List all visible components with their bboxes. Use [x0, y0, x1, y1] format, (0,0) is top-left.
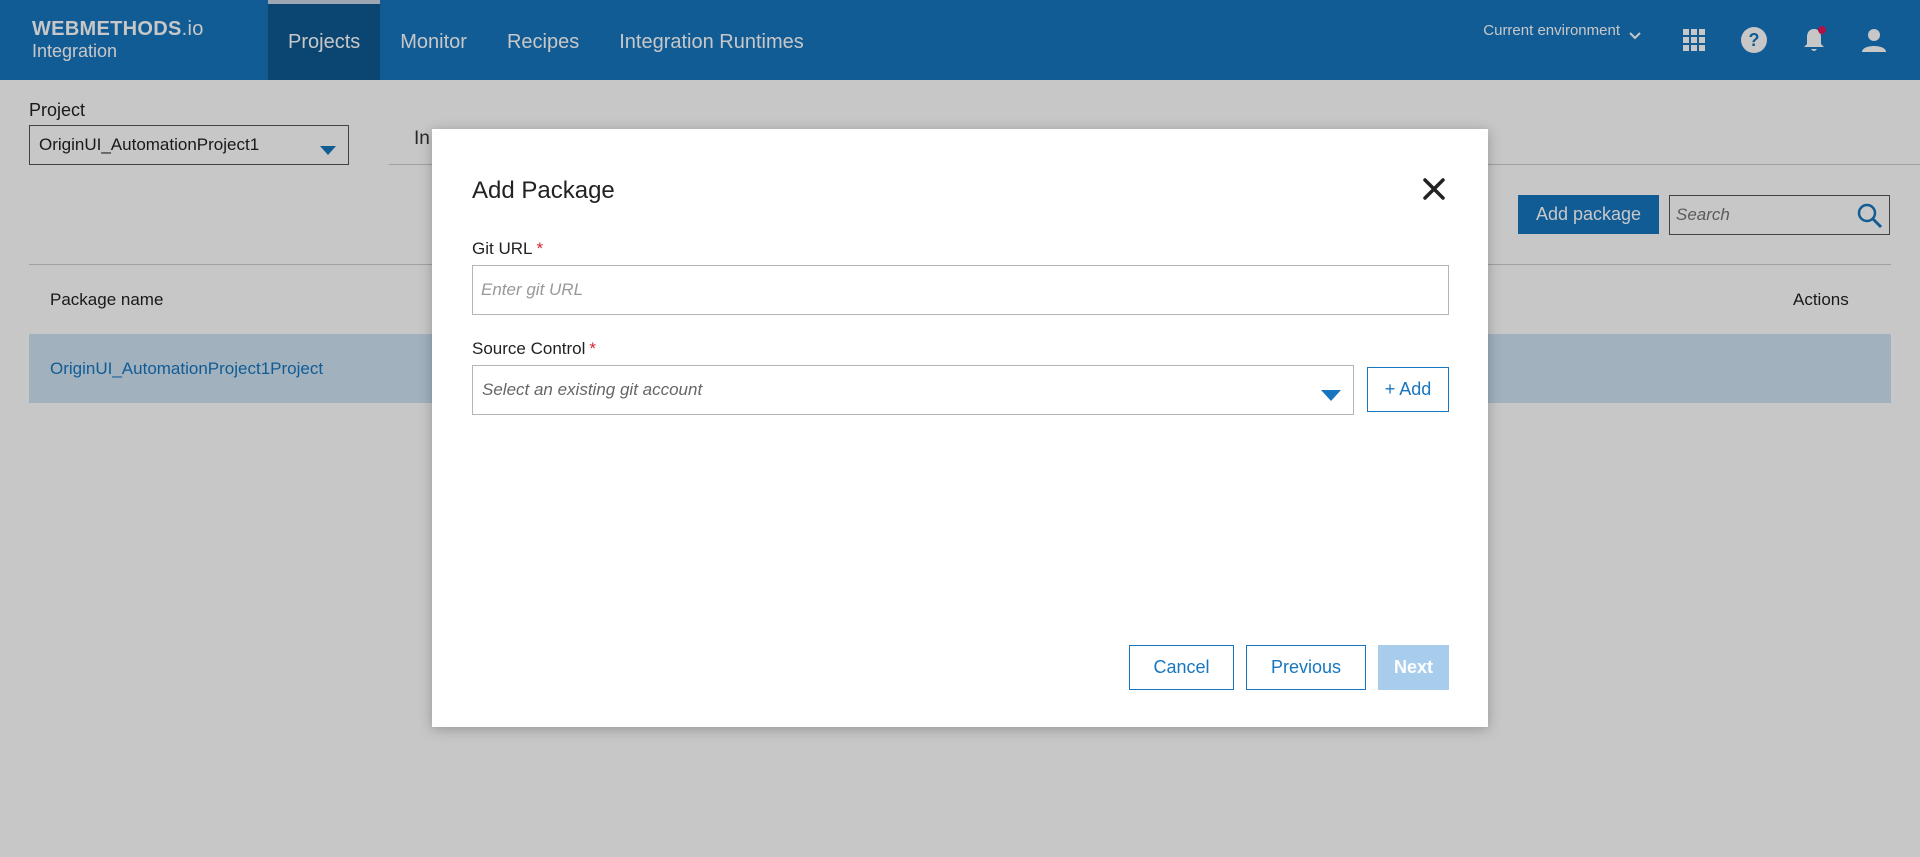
close-icon[interactable]	[1420, 175, 1448, 203]
required-marker: *	[589, 339, 597, 358]
git-url-label-text: Git URL	[472, 239, 533, 258]
next-button[interactable]: Next	[1378, 645, 1449, 690]
source-control-select[interactable]: Select an existing git account	[472, 365, 1354, 415]
previous-button[interactable]: Previous	[1246, 645, 1366, 690]
required-marker: *	[536, 239, 544, 258]
caret-down-icon	[1321, 386, 1341, 406]
source-control-label: Source Control *	[472, 339, 596, 359]
git-url-input[interactable]	[472, 265, 1449, 315]
source-control-placeholder: Select an existing git account	[482, 380, 703, 399]
add-package-dialog: Add Package Git URL* Source Control* Sel…	[432, 129, 1488, 727]
dialog-title: Add Package	[472, 177, 615, 204]
cancel-button[interactable]: Cancel	[1129, 645, 1234, 690]
add-git-account-button[interactable]: + Add	[1367, 367, 1449, 412]
git-url-label: Git URL *	[472, 239, 543, 259]
source-control-label-text: Source Control	[472, 339, 586, 358]
